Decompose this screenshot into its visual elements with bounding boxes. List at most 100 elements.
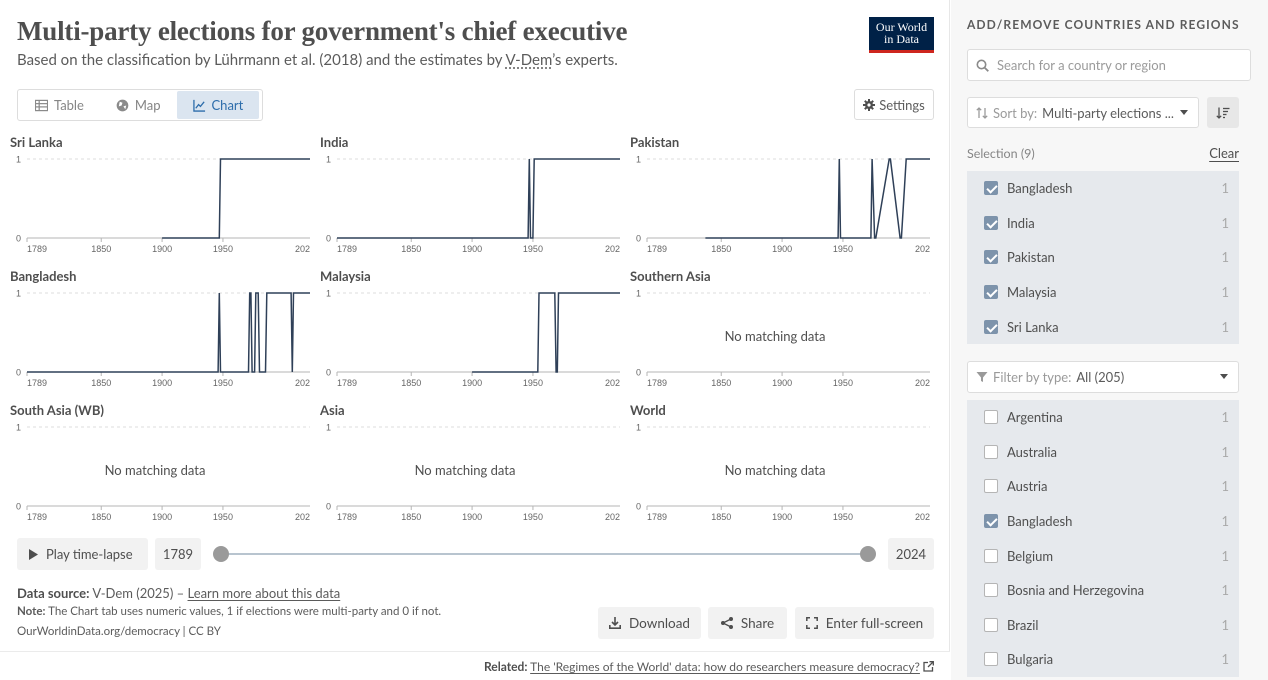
entity-row[interactable]: Brazil 1 (967, 607, 1239, 643)
note-label: Note: (17, 605, 46, 618)
checkbox-checked[interactable] (984, 250, 998, 265)
vdem-link[interactable]: V-Dem (505, 51, 552, 69)
series-line (337, 158, 620, 239)
checkbox[interactable] (984, 548, 998, 563)
entity-name: Belgium (1007, 547, 1054, 564)
clear-selection-button[interactable]: Clear (1209, 145, 1239, 161)
related-label: Related: (483, 659, 528, 674)
x-tick-label: 1900 (152, 244, 172, 254)
entity-value: 1 (1221, 513, 1229, 530)
fullscreen-button[interactable]: Enter full-screen (795, 607, 934, 639)
y-tick-label: 1 (636, 155, 641, 165)
checkbox[interactable] (984, 617, 998, 632)
x-tick-label: 1789 (337, 512, 357, 522)
checkbox[interactable] (984, 583, 998, 598)
chart-area: Multi-party elections for government's c… (0, 0, 950, 680)
x-tick-label: 2024 (915, 512, 930, 522)
x-tick-label: 1950 (213, 378, 233, 388)
tab-map-label: Map (134, 97, 161, 113)
globe-icon (116, 99, 129, 111)
panel-title: World (630, 402, 666, 418)
filter-value: All (205) (1076, 369, 1125, 385)
selected-entity-row[interactable]: Pakistan 1 (967, 240, 1239, 275)
filter-type-dropdown[interactable]: Filter by type: All (205) (967, 361, 1239, 393)
no-data-message: No matching data (104, 462, 206, 478)
timeline-track[interactable] (220, 553, 868, 555)
checkbox-checked[interactable] (984, 514, 998, 529)
checkbox[interactable] (984, 444, 998, 459)
subtitle-text-end: ’s experts. (552, 51, 618, 69)
x-tick-label: 1789 (647, 378, 667, 388)
x-tick-label: 2024 (915, 244, 930, 254)
entity-row[interactable]: Belgium 1 (967, 538, 1239, 573)
entity-value: 1 (1221, 651, 1229, 668)
checkbox-checked[interactable] (984, 285, 998, 300)
search-icon (976, 59, 989, 72)
tab-map[interactable]: Map (100, 91, 177, 119)
x-tick-label: 2024 (295, 244, 310, 254)
entity-row[interactable]: Australia 1 (967, 434, 1239, 470)
panel-title: Malaysia (320, 268, 371, 284)
entity-row[interactable]: Bulgaria 1 (967, 642, 1239, 677)
learn-more-link[interactable]: Learn more about this data (188, 585, 341, 601)
share-button[interactable]: Share (708, 607, 787, 639)
selected-entity-row[interactable]: Bangladesh 1 (967, 171, 1239, 206)
entity-row[interactable]: Bosnia and Herzegovina 1 (967, 573, 1239, 608)
x-tick-label: 1950 (833, 512, 853, 522)
entity-row[interactable]: Bangladesh 1 (967, 503, 1239, 539)
tab-chart[interactable]: Chart (176, 91, 260, 119)
checkbox-checked[interactable] (984, 215, 998, 230)
y-tick-label: 0 (16, 234, 21, 244)
owid-logo[interactable]: Our World in Data (869, 17, 934, 53)
x-tick-label: 1900 (462, 378, 482, 388)
download-button[interactable]: Download (598, 607, 701, 639)
selected-entity-row[interactable]: Malaysia 1 (967, 274, 1239, 310)
entity-value: 1 (1221, 318, 1229, 335)
entity-value: 1 (1221, 582, 1229, 599)
logo-line-2: in Data (884, 32, 919, 46)
x-tick-label: 1900 (772, 512, 792, 522)
related-link[interactable]: The 'Regimes of the World' data: how do … (530, 659, 920, 674)
selected-entity-row[interactable]: India 1 (967, 205, 1239, 241)
checkbox[interactable] (984, 479, 998, 494)
entity-name: Austria (1007, 478, 1048, 495)
x-tick-label: 1950 (523, 244, 543, 254)
entity-name: Sri Lanka (1007, 318, 1059, 335)
tab-table[interactable]: Table (19, 91, 100, 119)
entity-row[interactable]: Argentina 1 (967, 400, 1239, 435)
y-tick-label: 1 (326, 289, 331, 299)
y-tick-label: 1 (326, 155, 331, 165)
entity-name: Bulgaria (1007, 651, 1054, 668)
checkbox[interactable] (984, 410, 998, 425)
panel-title: India (320, 134, 349, 150)
x-tick-label: 2024 (295, 512, 310, 522)
chart-note: Note: The Chart tab uses numeric values,… (17, 605, 441, 618)
sort-order-button[interactable] (1207, 97, 1239, 128)
view-tabs: Table Map Chart (17, 89, 263, 121)
selected-entity-row[interactable]: Sri Lanka 1 (967, 309, 1239, 344)
sort-dropdown[interactable]: Sort by: Multi-party elections ... (967, 97, 1199, 128)
checkbox-checked[interactable] (984, 319, 998, 334)
chart-url[interactable]: OurWorldinData.org/democracy | CC BY (17, 625, 221, 638)
play-timelapse-button[interactable]: Play time-lapse (17, 538, 148, 570)
share-label: Share (740, 615, 775, 631)
search-input[interactable]: Search for a country or region (967, 49, 1251, 81)
panel-title: Pakistan (630, 134, 680, 150)
sidebar-title: ADD/REMOVE COUNTRIES AND REGIONS (967, 17, 1240, 32)
x-tick-label: 1950 (213, 512, 233, 522)
end-handle[interactable] (860, 546, 876, 562)
y-tick-label: 1 (16, 423, 21, 433)
y-tick-label: 0 (326, 368, 331, 378)
start-handle[interactable] (213, 546, 229, 562)
panel-title: Bangladesh (10, 268, 77, 284)
y-tick-label: 0 (636, 502, 641, 512)
table-icon (35, 99, 48, 111)
entity-row[interactable]: Austria 1 (967, 469, 1239, 504)
settings-button[interactable]: Settings (854, 89, 934, 120)
checkbox-checked[interactable] (984, 181, 998, 196)
entity-name: India (1007, 214, 1035, 231)
x-tick-label: 1900 (462, 512, 482, 522)
x-tick-label: 1850 (711, 244, 731, 254)
checkbox[interactable] (984, 652, 998, 667)
play-label: Play time-lapse (46, 546, 133, 562)
